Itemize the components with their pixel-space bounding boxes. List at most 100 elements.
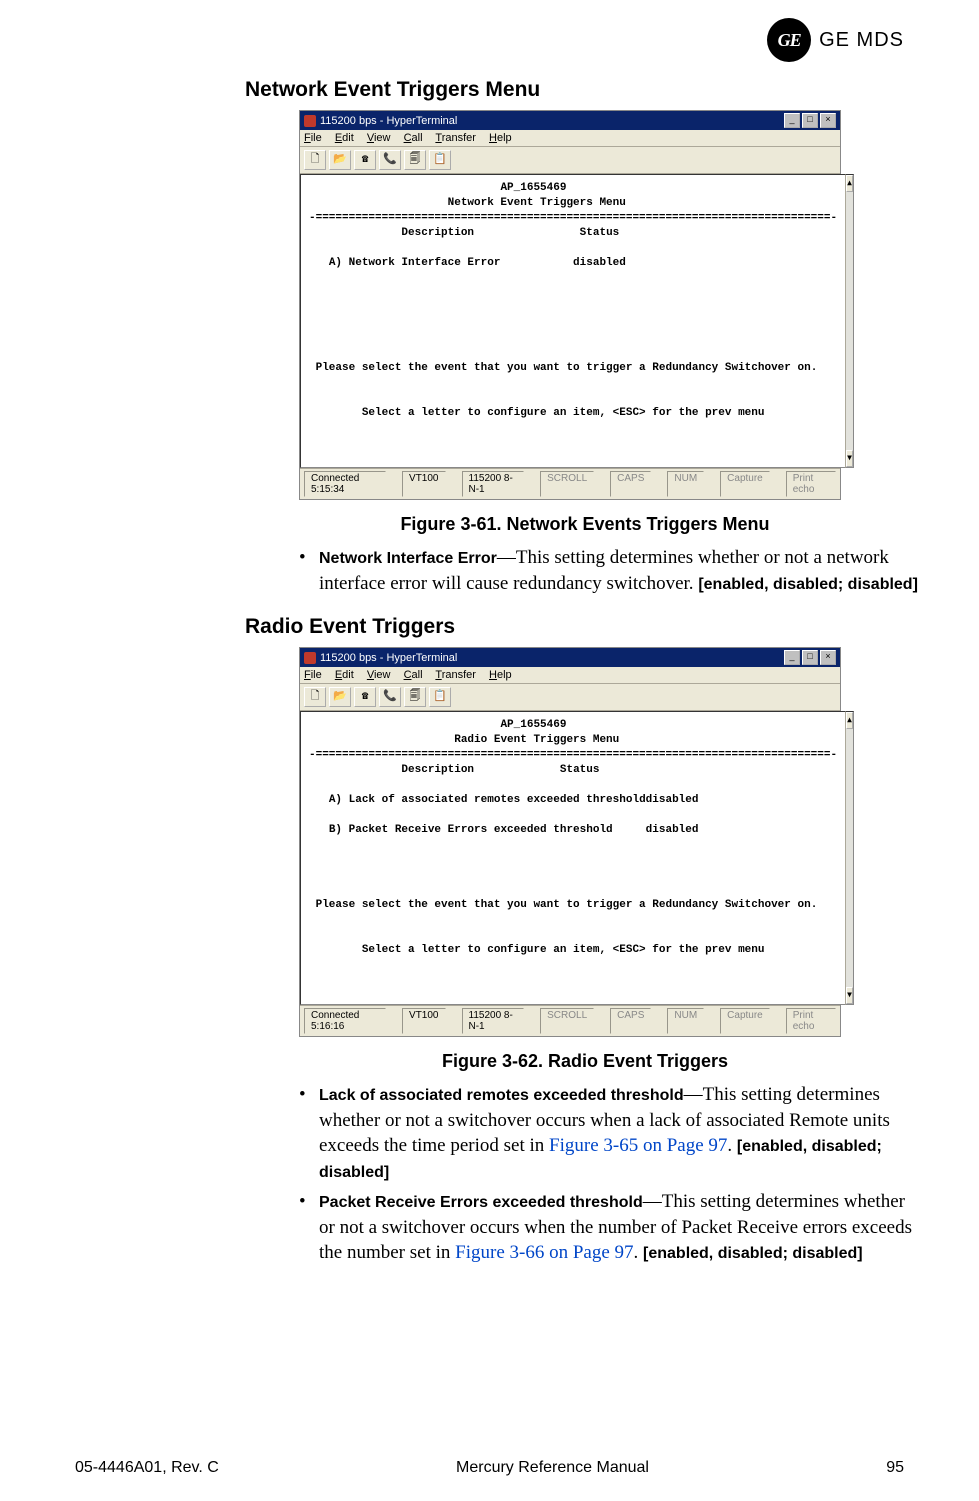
bullet-packet-receive-errors: • Packet Receive Errors exceeded thresho… xyxy=(299,1189,925,1266)
terminal-titlebar: 115200 bps - HyperTerminal _ □ × xyxy=(300,648,840,667)
terminal-title: 115200 bps - HyperTerminal xyxy=(320,652,457,664)
properties-icon[interactable]: 📋 xyxy=(429,150,451,170)
col-description: Description xyxy=(401,227,474,239)
scroll-up-icon[interactable]: ▲ xyxy=(846,175,853,192)
menu-edit[interactable]: Edit xyxy=(335,669,354,681)
call-icon[interactable]: ☎ xyxy=(354,150,376,170)
footer-doc-title: Mercury Reference Manual xyxy=(456,1459,649,1477)
status-scroll: SCROLL xyxy=(540,471,594,497)
terminal-app-icon xyxy=(304,652,316,664)
menu-transfer[interactable]: Transfer xyxy=(435,132,476,144)
status-caps: CAPS xyxy=(610,1008,651,1034)
ge-monogram: GE xyxy=(778,30,801,51)
section-1-title: Network Event Triggers Menu xyxy=(245,78,925,102)
call-icon[interactable]: ☎ xyxy=(354,687,376,707)
bullet-marker-icon: • xyxy=(299,1082,319,1185)
status-termtype: VT100 xyxy=(402,1008,445,1034)
terminal-scrollbar[interactable]: ▲ ▼ xyxy=(845,174,854,468)
bullet-label: Lack of associated remotes exceeded thre… xyxy=(319,1087,684,1104)
status-termtype: VT100 xyxy=(402,471,445,497)
menu-view[interactable]: View xyxy=(367,132,391,144)
terminal-toolbar: 🗋 📂 ☎ 📞 🗐 📋 xyxy=(300,147,840,174)
scroll-up-icon[interactable]: ▲ xyxy=(846,712,853,729)
row-b: B) Packet Receive Errors exceeded thresh… xyxy=(329,824,699,836)
prompt-configure: Select a letter to configure an item, <E… xyxy=(362,407,765,419)
status-echo: Print echo xyxy=(786,471,836,497)
bullet-marker-icon: • xyxy=(299,1189,319,1266)
col-status: Status xyxy=(580,227,620,239)
col-description: Description xyxy=(401,764,474,776)
new-icon[interactable]: 🗋 xyxy=(304,150,326,170)
open-icon[interactable]: 📂 xyxy=(329,687,351,707)
scroll-down-icon[interactable]: ▼ xyxy=(846,450,853,467)
header-logo: GE GE MDS xyxy=(767,18,904,62)
prompt-select-event: Please select the event that you want to… xyxy=(316,899,818,911)
status-caps: CAPS xyxy=(610,471,651,497)
row-a: A) Network Interface Error disabled xyxy=(329,257,626,269)
minimize-icon[interactable]: _ xyxy=(784,650,800,665)
menu-view[interactable]: View xyxy=(367,669,391,681)
figure-3-61-caption: Figure 3-61. Network Events Triggers Men… xyxy=(245,514,925,535)
ap-id: AP_1655469 xyxy=(500,182,566,194)
hangup-icon[interactable]: 📞 xyxy=(379,687,401,707)
divider-line: -=======================================… xyxy=(309,749,837,761)
menu-transfer[interactable]: Transfer xyxy=(435,669,476,681)
close-icon[interactable]: × xyxy=(820,650,836,665)
footer-doc-id: 05-4446A01, Rev. C xyxy=(75,1459,219,1477)
bullet-text-2: . xyxy=(727,1135,737,1156)
ge-badge-icon: GE xyxy=(767,18,811,62)
status-capture: Capture xyxy=(720,1008,770,1034)
menu-call[interactable]: Call xyxy=(404,669,423,681)
open-icon[interactable]: 📂 xyxy=(329,150,351,170)
terminal-menubar: File Edit View Call Transfer Help xyxy=(300,667,840,684)
status-connected: Connected 5:15:34 xyxy=(304,471,386,497)
xref-figure-3-65[interactable]: Figure 3-65 on Page 97 xyxy=(549,1135,727,1156)
menu-edit[interactable]: Edit xyxy=(335,132,354,144)
send-icon[interactable]: 🗐 xyxy=(404,687,426,707)
send-icon[interactable]: 🗐 xyxy=(404,150,426,170)
maximize-icon[interactable]: □ xyxy=(802,650,818,665)
terminal-scrollbar[interactable]: ▲ ▼ xyxy=(845,711,854,1005)
ap-id: AP_1655469 xyxy=(500,719,566,731)
figure-3-62-caption: Figure 3-62. Radio Event Triggers xyxy=(245,1051,925,1072)
bullet-text-2: . xyxy=(634,1242,644,1263)
bullet-options: [enabled, disabled; disabled] xyxy=(643,1245,863,1262)
page-footer: 05-4446A01, Rev. C Mercury Reference Man… xyxy=(75,1459,904,1477)
scroll-down-icon[interactable]: ▼ xyxy=(846,987,853,1004)
minimize-icon[interactable]: _ xyxy=(784,113,800,128)
menu-help[interactable]: Help xyxy=(489,669,512,681)
terminal-body: AP_1655469 Network Event Triggers Menu -… xyxy=(300,174,845,468)
status-num: NUM xyxy=(667,471,704,497)
hangup-icon[interactable]: 📞 xyxy=(379,150,401,170)
terminal-app-icon xyxy=(304,115,316,127)
bullet-lack-of-remotes: • Lack of associated remotes exceeded th… xyxy=(299,1082,925,1185)
menu-help[interactable]: Help xyxy=(489,132,512,144)
bullet-options: [enabled, disabled; disabled] xyxy=(698,576,918,593)
properties-icon[interactable]: 📋 xyxy=(429,687,451,707)
bullet-network-interface-error: • Network Interface Error—This setting d… xyxy=(299,545,925,597)
menu-call[interactable]: Call xyxy=(404,132,423,144)
xref-figure-3-66[interactable]: Figure 3-66 on Page 97 xyxy=(455,1242,633,1263)
close-icon[interactable]: × xyxy=(820,113,836,128)
divider-line: -=======================================… xyxy=(309,212,837,224)
section-2-title: Radio Event Triggers xyxy=(245,615,925,639)
menu-file[interactable]: File xyxy=(304,669,322,681)
figure-3-62-terminal: 115200 bps - HyperTerminal _ □ × File Ed… xyxy=(299,647,841,1037)
new-icon[interactable]: 🗋 xyxy=(304,687,326,707)
prompt-configure: Select a letter to configure an item, <E… xyxy=(362,944,765,956)
maximize-icon[interactable]: □ xyxy=(802,113,818,128)
prompt-select-event: Please select the event that you want to… xyxy=(316,362,818,374)
footer-page-number: 95 xyxy=(886,1459,904,1477)
menu-title: Radio Event Triggers Menu xyxy=(454,734,619,746)
menu-file[interactable]: File xyxy=(304,132,322,144)
status-echo: Print echo xyxy=(786,1008,836,1034)
figure-3-61-terminal: 115200 bps - HyperTerminal _ □ × File Ed… xyxy=(299,110,841,500)
terminal-toolbar: 🗋 📂 ☎ 📞 🗐 📋 xyxy=(300,684,840,711)
ge-logo-text: GE MDS xyxy=(819,29,904,52)
terminal-statusbar: Connected 5:16:16 VT100 115200 8-N-1 SCR… xyxy=(300,1005,840,1036)
terminal-statusbar: Connected 5:15:34 VT100 115200 8-N-1 SCR… xyxy=(300,468,840,499)
bullet-label: Packet Receive Errors exceeded threshold xyxy=(319,1194,643,1211)
row-a: A) Lack of associated remotes exceeded t… xyxy=(329,794,699,806)
status-connected: Connected 5:16:16 xyxy=(304,1008,386,1034)
status-num: NUM xyxy=(667,1008,704,1034)
